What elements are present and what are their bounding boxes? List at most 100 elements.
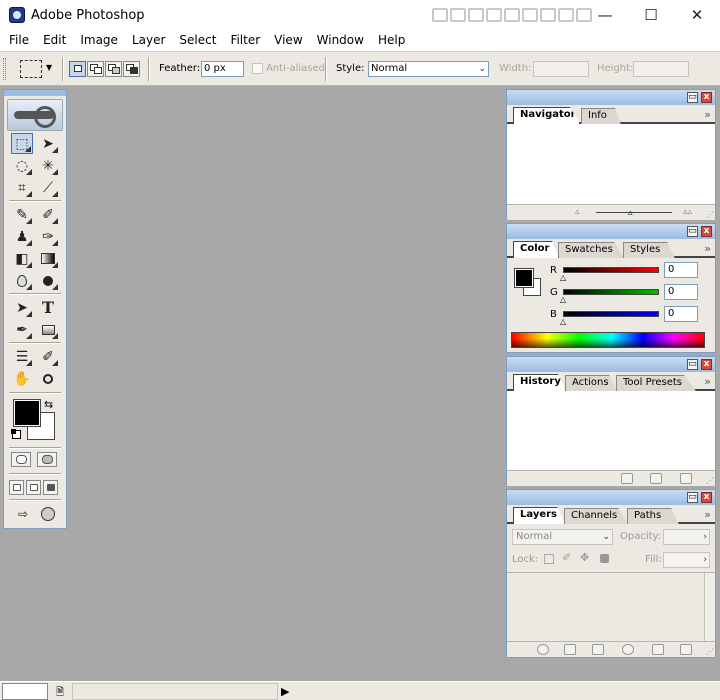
menu-select[interactable]: Select: [172, 30, 223, 51]
menu-image[interactable]: Image: [73, 30, 125, 51]
height-input[interactable]: [633, 61, 689, 77]
pen-tool[interactable]: ✒: [11, 319, 33, 340]
green-value-input[interactable]: 0: [664, 284, 698, 300]
tab-history[interactable]: History: [513, 374, 566, 391]
tab-swatches[interactable]: Swatches: [558, 242, 624, 258]
slice-tool[interactable]: ⟋: [37, 177, 59, 198]
add-to-selection-button[interactable]: [87, 61, 104, 77]
photoshop-logo-icon[interactable]: [7, 99, 63, 131]
palette-close-button[interactable]: x: [701, 92, 712, 103]
healing-brush-tool[interactable]: ✎: [11, 204, 33, 225]
tab-actions[interactable]: Actions: [565, 375, 617, 391]
tool-preset-chevron-down-icon[interactable]: ▼: [46, 63, 52, 72]
zoom-level-input[interactable]: [2, 683, 48, 700]
blue-channel-slider[interactable]: [563, 311, 659, 317]
new-document-from-state-icon[interactable]: [621, 473, 633, 484]
lock-all-icon[interactable]: [600, 554, 609, 563]
tool-preset-picker-icon[interactable]: [20, 60, 42, 78]
brush-tool[interactable]: ✐: [37, 204, 59, 225]
palette-close-button[interactable]: x: [701, 359, 712, 370]
foreground-color-swatch[interactable]: [514, 268, 534, 288]
eyedropper-tool[interactable]: ✐: [37, 346, 59, 367]
menu-layer[interactable]: Layer: [125, 30, 172, 51]
full-screen-menu-mode-button[interactable]: [26, 480, 41, 495]
green-channel-slider[interactable]: [563, 289, 659, 295]
tab-tool-presets[interactable]: Tool Presets: [616, 375, 696, 391]
palette-minimize-button[interactable]: ▭: [687, 492, 698, 503]
opacity-input[interactable]: ›: [663, 529, 710, 545]
maximize-button[interactable]: ☐: [628, 0, 674, 30]
feather-input[interactable]: 0 px: [201, 61, 244, 77]
add-mask-icon[interactable]: [564, 644, 576, 655]
rectangle-shape-tool[interactable]: [37, 319, 59, 340]
blue-slider-thumb[interactable]: △: [560, 318, 566, 326]
new-layer-icon[interactable]: [652, 644, 664, 655]
type-tool[interactable]: T: [37, 297, 59, 318]
red-slider-thumb[interactable]: △: [560, 274, 566, 282]
tab-color[interactable]: Color: [513, 241, 559, 258]
full-screen-mode-button[interactable]: [43, 480, 58, 495]
notes-tool[interactable]: ☰: [11, 346, 33, 367]
tab-channels[interactable]: Channels: [564, 508, 628, 524]
lock-position-icon[interactable]: ✥: [580, 551, 589, 564]
history-brush-tool[interactable]: ✑: [37, 226, 59, 247]
options-bar-grip[interactable]: [3, 58, 6, 80]
dodge-tool[interactable]: [37, 270, 59, 291]
palette-title-bar[interactable]: ▭ x: [507, 90, 715, 105]
quick-mask-mode-button[interactable]: [37, 452, 57, 467]
palette-menu-icon[interactable]: »: [704, 375, 711, 388]
toolbox-title-bar[interactable]: [4, 90, 66, 96]
crop-tool[interactable]: ⌗: [11, 177, 33, 198]
tab-info[interactable]: Info: [581, 108, 621, 124]
intersect-selection-button[interactable]: [123, 61, 140, 77]
palette-close-button[interactable]: x: [701, 226, 712, 237]
new-selection-button[interactable]: [69, 61, 86, 77]
palette-title-bar[interactable]: ▭ x: [507, 357, 715, 372]
fill-input[interactable]: ›: [663, 552, 710, 568]
tab-styles[interactable]: Styles: [623, 242, 675, 258]
close-button[interactable]: ✕: [674, 0, 720, 30]
clone-stamp-tool[interactable]: ♟: [11, 226, 33, 247]
new-group-folder-icon[interactable]: [592, 644, 604, 655]
foreground-color-swatch[interactable]: [13, 399, 41, 427]
palette-minimize-button[interactable]: ▭: [687, 359, 698, 370]
palette-title-bar[interactable]: ▭ x: [507, 224, 715, 239]
zoom-in-icon[interactable]: ▵▵: [683, 207, 692, 217]
menu-edit[interactable]: Edit: [36, 30, 73, 51]
blue-value-input[interactable]: 0: [664, 306, 698, 322]
menu-view[interactable]: View: [267, 30, 309, 51]
subtract-from-selection-button[interactable]: [105, 61, 122, 77]
tab-layers[interactable]: Layers: [513, 507, 565, 524]
blur-tool[interactable]: [11, 270, 33, 291]
history-list[interactable]: [507, 391, 715, 470]
color-ramp-spectrum[interactable]: [511, 332, 705, 348]
magic-wand-tool[interactable]: ✳: [37, 155, 59, 176]
path-selection-tool[interactable]: ➤: [11, 297, 33, 318]
default-colors-icon[interactable]: [11, 429, 21, 439]
status-menu-arrow-icon[interactable]: ▶: [281, 685, 289, 698]
green-slider-thumb[interactable]: △: [560, 296, 566, 304]
style-select[interactable]: Normal ⌄: [368, 61, 489, 77]
blend-mode-select[interactable]: Normal ⌄: [512, 529, 613, 545]
palette-minimize-button[interactable]: ▭: [687, 226, 698, 237]
standard-mode-button[interactable]: [11, 452, 31, 467]
lock-transparent-pixels-icon[interactable]: [544, 554, 554, 564]
standard-screen-mode-button[interactable]: [9, 480, 24, 495]
lock-image-pixels-icon[interactable]: ✐: [562, 551, 571, 564]
palette-minimize-button[interactable]: ▭: [687, 92, 698, 103]
trash-icon[interactable]: [680, 644, 692, 655]
palette-close-button[interactable]: x: [701, 492, 712, 503]
tab-paths[interactable]: Paths: [627, 508, 679, 524]
resize-grip-icon[interactable]: ⋰: [706, 647, 714, 656]
adjustment-layer-icon[interactable]: [622, 644, 634, 655]
resize-grip-icon[interactable]: ⋰: [706, 210, 714, 219]
palette-menu-icon[interactable]: »: [704, 108, 711, 121]
red-value-input[interactable]: 0: [664, 262, 698, 278]
layers-scrollbar[interactable]: [704, 573, 715, 641]
document-info-icon[interactable]: 🗎: [56, 685, 64, 700]
eraser-tool[interactable]: ◧: [11, 248, 33, 269]
move-tool[interactable]: ➤: [37, 133, 59, 154]
gradient-tool[interactable]: [37, 248, 59, 269]
jump-to-imageready-button[interactable]: ⇨: [10, 503, 36, 524]
palette-menu-icon[interactable]: »: [704, 242, 711, 255]
